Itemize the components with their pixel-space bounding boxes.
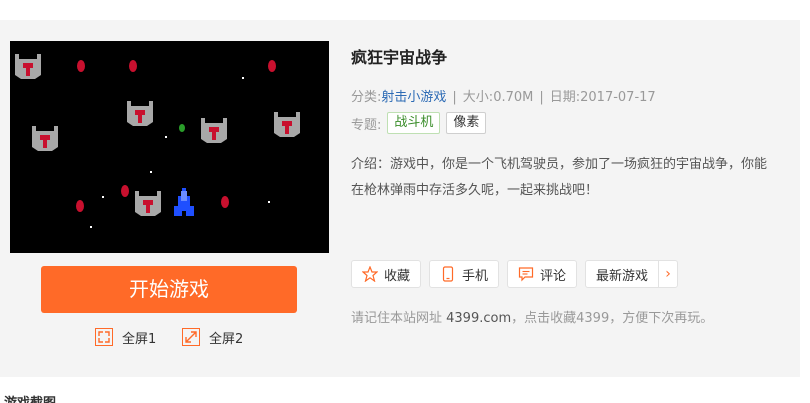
mobile-label: 手机 xyxy=(462,268,489,284)
star xyxy=(242,77,244,79)
chevron-right-icon[interactable]: › xyxy=(658,261,677,287)
game-meta: 分类:射击小游戏 | 大小:0.70M | 日期:2017-07-17 xyxy=(351,86,656,105)
date-value: 2017-07-17 xyxy=(580,90,656,105)
comment-label: 评论 xyxy=(540,268,567,284)
star xyxy=(90,226,92,228)
fullscreen1-button[interactable]: 全屏1 xyxy=(95,327,156,347)
fullscreen-diagonal-icon xyxy=(182,328,200,346)
game-screenshot[interactable] xyxy=(10,41,329,253)
star xyxy=(150,171,152,173)
fullscreen2-button[interactable]: 全屏2 xyxy=(182,327,243,347)
phone-icon xyxy=(442,266,454,282)
topic-tag-fighter[interactable]: 战斗机 xyxy=(387,112,441,134)
fullscreen1-label: 全屏1 xyxy=(122,331,157,347)
favorite-label: 收藏 xyxy=(384,268,411,284)
enemy-bullet xyxy=(77,60,85,72)
meta-separator: | xyxy=(539,90,544,105)
category-label: 分类: xyxy=(351,90,382,105)
size-value: 0.70M xyxy=(493,90,534,105)
comment-icon xyxy=(518,267,534,282)
mobile-button[interactable]: 手机 xyxy=(429,260,500,288)
site-name: 4399.com xyxy=(446,311,512,326)
powerup xyxy=(179,124,185,132)
size-label: 大小: xyxy=(462,90,494,105)
topic-tag-pixel[interactable]: 像素 xyxy=(446,112,487,134)
star xyxy=(102,196,104,198)
fullscreen2-label: 全屏2 xyxy=(209,331,244,347)
meta-separator: | xyxy=(452,90,457,105)
enemy-bullet xyxy=(121,185,129,197)
game-title: 疯狂宇宙战争 xyxy=(351,48,448,67)
star xyxy=(268,201,270,203)
favorite-button[interactable]: 收藏 xyxy=(351,260,422,288)
latest-label: 最新游戏 xyxy=(596,268,649,284)
start-game-button[interactable]: 开始游戏 xyxy=(41,266,297,313)
remember-site-text: 请记住本站网址 4399.com，点击收藏4399，方便下次再玩。 xyxy=(351,307,713,326)
enemy-bullet xyxy=(268,60,276,72)
remember-before: 请记住本站网址 xyxy=(351,311,447,326)
comment-button[interactable]: 评论 xyxy=(507,260,578,288)
topic-row: 专题: 战斗机 像素 xyxy=(351,112,487,134)
action-bar: 收藏 手机 评论 最新游戏 › xyxy=(351,260,686,290)
fullscreen-expand-icon xyxy=(95,328,113,346)
remember-after: ，方便下次再玩。 xyxy=(609,311,714,326)
date-label: 日期: xyxy=(549,90,581,105)
enemy-bullet xyxy=(76,200,84,212)
latest-games-button[interactable]: 最新游戏 › xyxy=(585,260,679,288)
star-icon xyxy=(362,266,378,282)
star xyxy=(165,136,167,138)
remember-middle: ，点击收藏4399 xyxy=(511,311,610,326)
game-info-panel: 开始游戏 全屏1 全屏2 疯狂宇宙战争 分类:射击小游戏 | 大小:0.70M | 日期… xyxy=(0,20,800,377)
space-shooter-scene xyxy=(10,41,329,253)
section-heading-cut: 游戏截图 xyxy=(4,394,56,403)
enemy-bullet xyxy=(221,196,229,208)
category-link[interactable]: 射击小游戏 xyxy=(381,90,446,105)
enemy-bullet xyxy=(129,60,137,72)
game-intro: 介绍：游戏中，你是一个飞机驾驶员，参加了一场疯狂的宇宙战争，你能在枪林弹雨中存活… xyxy=(351,157,768,198)
topic-label: 专题: xyxy=(351,117,382,133)
